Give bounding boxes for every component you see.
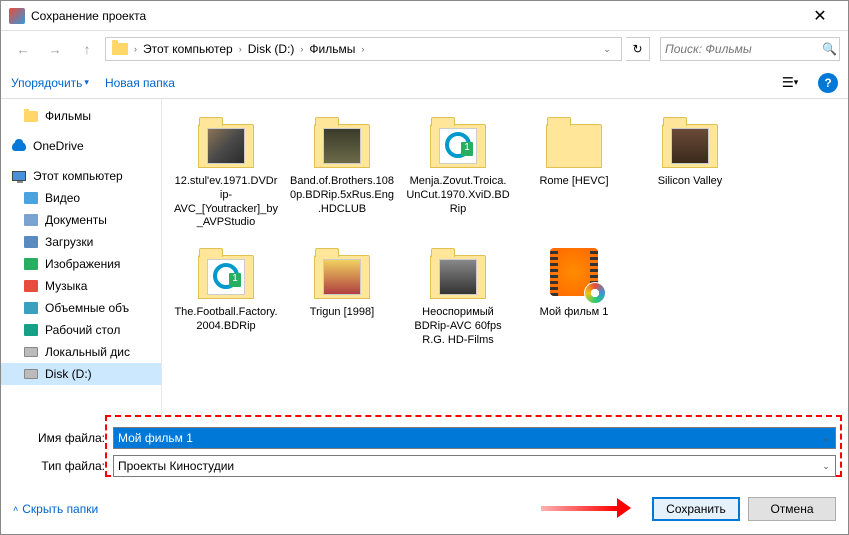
item-thumbnail — [544, 242, 604, 302]
onedrive-icon — [12, 142, 26, 151]
list-item[interactable]: 12.stul'ev.1971.DVDrip-AVC_[Youtracker]_… — [170, 107, 282, 234]
volumes-icon — [24, 302, 38, 314]
downloads-icon — [24, 236, 38, 248]
item-label: Мой фильм 1 — [540, 306, 609, 320]
list-item[interactable]: Menja.Zovut.Troica.UnCut.1970.XviD.BDRip — [402, 107, 514, 234]
sidebar-item-diskd[interactable]: Disk (D:) — [1, 363, 161, 385]
view-options-button[interactable]: ☰ ▾ — [778, 71, 802, 95]
item-label: 12.stul'ev.1971.DVDrip-AVC_[Youtracker]_… — [174, 175, 278, 230]
breadcrumb-pc[interactable]: Этот компьютер — [141, 42, 235, 56]
desktop-icon — [24, 324, 38, 336]
sidebar-item-video[interactable]: Видео — [1, 187, 161, 209]
organize-menu[interactable]: Упорядочить ▾ — [11, 76, 89, 90]
filetype-input[interactable] — [113, 455, 836, 477]
new-folder-button[interactable]: Новая папка — [105, 76, 175, 90]
breadcrumb-folder-icon — [110, 39, 130, 59]
item-label: Menja.Zovut.Troica.UnCut.1970.XviD.BDRip — [406, 175, 510, 216]
list-item[interactable]: Неоспоримый BDRip-AVC 60fps R.G. HD-Film… — [402, 238, 514, 351]
music-icon — [24, 280, 38, 292]
list-item[interactable]: Band.of.Brothers.1080p.BDRip.5xRus.Eng.H… — [286, 107, 398, 234]
breadcrumb-folder[interactable]: Фильмы — [307, 42, 357, 56]
item-thumbnail — [312, 242, 372, 302]
chevron-right-icon[interactable]: › — [357, 44, 368, 54]
item-thumbnail — [544, 111, 604, 171]
video-icon — [24, 192, 38, 204]
sidebar-item-pictures[interactable]: Изображения — [1, 253, 161, 275]
list-item[interactable]: The.Football.Factory.2004.BDRip — [170, 238, 282, 351]
toolbar: Упорядочить ▾ Новая папка ☰ ▾ ? — [1, 67, 848, 99]
filename-label: Имя файла: — [13, 431, 113, 445]
titlebar: Сохранение проекта ✕ — [1, 1, 848, 31]
sidebar-item-music[interactable]: Музыка — [1, 275, 161, 297]
fields-area: Имя файла: ⌄ Тип файла: ⌄ — [1, 419, 848, 487]
close-button[interactable]: ✕ — [800, 1, 840, 31]
search-input[interactable] — [665, 42, 822, 56]
save-button[interactable]: Сохранить — [652, 497, 740, 521]
sidebar-item-pc[interactable]: Этот компьютер — [1, 165, 161, 187]
item-label: Неоспоримый BDRip-AVC 60fps R.G. HD-Film… — [406, 306, 510, 347]
list-item[interactable]: Мой фильм 1 — [518, 238, 630, 351]
list-item[interactable]: Silicon Valley — [634, 107, 746, 234]
sidebar-item-desktop[interactable]: Рабочий стол — [1, 319, 161, 341]
filetype-dropdown[interactable]: ⌄ — [818, 457, 834, 475]
chevron-right-icon[interactable]: › — [130, 44, 141, 54]
disk-icon — [24, 347, 38, 357]
nav-up-button[interactable]: ↑ — [73, 37, 101, 61]
filetype-label: Тип файла: — [13, 459, 113, 473]
item-label: Rome [HEVC] — [539, 175, 608, 189]
filename-dropdown[interactable]: ⌄ — [818, 429, 834, 447]
item-label: The.Football.Factory.2004.BDRip — [174, 306, 278, 334]
breadcrumb-disk[interactable]: Disk (D:) — [246, 42, 297, 56]
item-thumbnail — [196, 111, 256, 171]
navbar: ← → ↑ › Этот компьютер › Disk (D:) › Фил… — [1, 31, 848, 67]
filename-input[interactable] — [113, 427, 836, 449]
item-thumbnail — [312, 111, 372, 171]
cancel-button[interactable]: Отмена — [748, 497, 836, 521]
item-label: Silicon Valley — [658, 175, 723, 189]
item-thumbnail — [428, 242, 488, 302]
breadcrumb-dropdown[interactable]: ⌄ — [597, 44, 617, 55]
search-icon: 🔍 — [822, 42, 837, 56]
sidebar-item-volumes[interactable]: Объемные объ — [1, 297, 161, 319]
help-button[interactable]: ? — [818, 73, 838, 93]
save-dialog: Сохранение проекта ✕ ← → ↑ › Этот компью… — [0, 0, 849, 535]
hide-folders-link[interactable]: ˄ Скрыть папки — [13, 502, 98, 516]
item-thumbnail — [196, 242, 256, 302]
chevron-right-icon[interactable]: › — [296, 44, 307, 54]
sidebar-item-docs[interactable]: Документы — [1, 209, 161, 231]
chevron-right-icon[interactable]: › — [235, 44, 246, 54]
item-label: Band.of.Brothers.1080p.BDRip.5xRus.Eng.H… — [290, 175, 394, 216]
sidebar: Фильмы OneDrive Этот компьютер Видео Док… — [1, 99, 161, 419]
nav-forward-button: → — [41, 37, 69, 61]
footer: ˄ Скрыть папки Сохранить Отмена — [1, 487, 848, 533]
app-icon — [9, 8, 25, 24]
pictures-icon — [24, 258, 38, 270]
nav-back-button[interactable]: ← — [9, 37, 37, 61]
item-thumbnail — [428, 111, 488, 171]
item-thumbnail — [660, 111, 720, 171]
docs-icon — [24, 214, 38, 226]
search-box[interactable]: 🔍 — [660, 37, 840, 61]
breadcrumb[interactable]: › Этот компьютер › Disk (D:) › Фильмы › … — [105, 37, 622, 61]
item-label: Trigun [1998] — [310, 306, 374, 320]
list-item[interactable]: Rome [HEVC] — [518, 107, 630, 234]
main-area: Фильмы OneDrive Этот компьютер Видео Док… — [1, 99, 848, 419]
sidebar-item-localdisk[interactable]: Локальный дис — [1, 341, 161, 363]
file-list[interactable]: 12.stul'ev.1971.DVDrip-AVC_[Youtracker]_… — [161, 99, 848, 419]
sidebar-item-films[interactable]: Фильмы — [1, 105, 161, 127]
window-title: Сохранение проекта — [31, 9, 800, 23]
sidebar-item-onedrive[interactable]: OneDrive — [1, 135, 161, 157]
pc-icon — [12, 171, 26, 181]
list-item[interactable]: Trigun [1998] — [286, 238, 398, 351]
disk-icon — [24, 369, 38, 379]
sidebar-item-downloads[interactable]: Загрузки — [1, 231, 161, 253]
refresh-button[interactable]: ↻ — [626, 37, 650, 61]
